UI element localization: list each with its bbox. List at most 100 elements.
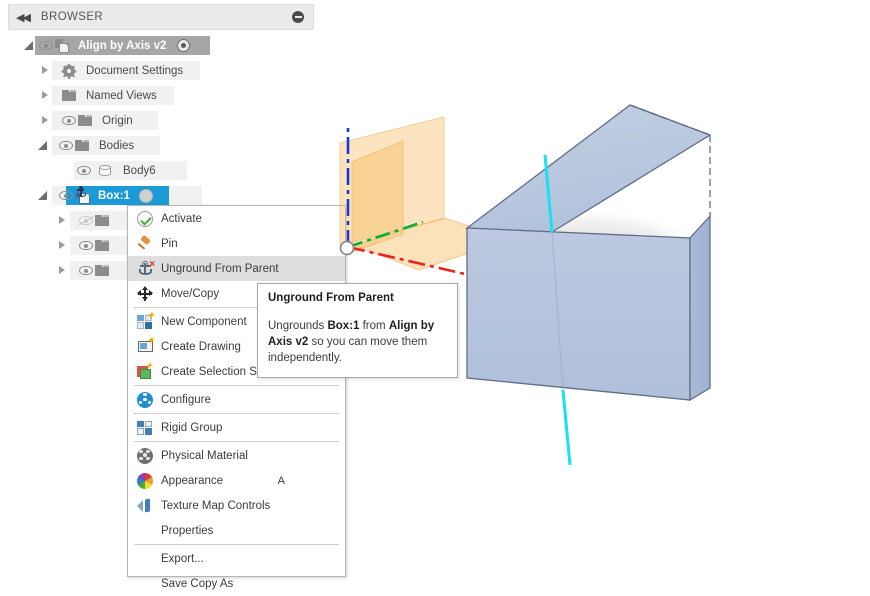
menu-item-label: Configure <box>161 393 211 406</box>
folder-icon <box>94 236 110 255</box>
eye-icon[interactable] <box>78 236 94 255</box>
eye-icon[interactable] <box>78 261 94 280</box>
menu-item-activate[interactable]: Activate <box>128 206 345 231</box>
expand-open-icon[interactable] <box>36 186 52 205</box>
menu-item-label: Physical Material <box>161 449 248 462</box>
tree-item-label: Bodies <box>99 139 135 152</box>
menu-item-label: Rigid Group <box>161 421 223 434</box>
menu-separator <box>134 544 339 545</box>
browser-panel-header: ◀◀ BROWSER <box>8 4 314 30</box>
tree-item-sub-3[interactable] <box>55 260 110 281</box>
menu-item-label: Export... <box>161 552 204 565</box>
expand-collapsed-icon[interactable] <box>38 111 54 130</box>
anchor-remove-icon: × <box>137 259 155 277</box>
menu-item-physical-material[interactable]: Physical Material <box>128 443 345 468</box>
origin-point-icon[interactable] <box>339 240 355 256</box>
menu-item-appearance[interactable]: Appearance A <box>128 468 345 493</box>
menu-item-label: New Component <box>161 315 247 328</box>
gear-icon <box>61 61 77 80</box>
menu-item-label: Save Copy As <box>161 577 234 590</box>
browser-panel-title: BROWSER <box>40 11 104 23</box>
physical-material-icon <box>137 447 153 464</box>
tree-item-label: Body6 <box>123 164 156 177</box>
menu-item-label: Move/Copy <box>161 287 220 300</box>
menu-separator <box>134 385 339 386</box>
menu-item-save-copy-as[interactable]: Save Copy As <box>128 571 345 596</box>
tree-item-label: Document Settings <box>86 64 184 77</box>
viewport-svg <box>339 104 712 466</box>
tree-item-label: Align by Axis v2 <box>78 39 167 52</box>
move-arrows-icon <box>137 285 153 302</box>
menu-item-configure[interactable]: Configure <box>128 387 345 412</box>
grounded-component-icon <box>74 186 93 205</box>
menu-item-texture-map-controls[interactable]: Texture Map Controls <box>128 493 345 518</box>
eye-icon[interactable] <box>58 136 74 155</box>
expand-collapsed-icon[interactable] <box>55 211 71 230</box>
menu-item-properties[interactable]: Properties <box>128 518 345 543</box>
menu-separator <box>134 441 339 442</box>
box-front-face[interactable] <box>466 227 691 401</box>
menu-separator <box>134 413 339 414</box>
tree-item-label: Named Views <box>86 89 157 102</box>
tree-item-sub-1[interactable] <box>55 210 110 231</box>
menu-item-label: Activate <box>161 212 202 225</box>
folder-icon <box>94 261 110 280</box>
expand-collapsed-icon[interactable] <box>55 236 71 255</box>
expand-collapsed-icon[interactable] <box>55 261 71 280</box>
menu-item-unground-from-parent[interactable]: × Unground From Parent <box>128 256 345 281</box>
expand-collapsed-icon[interactable] <box>38 61 54 80</box>
tree-item-origin[interactable]: Origin <box>38 110 133 131</box>
eye-icon[interactable] <box>58 186 74 205</box>
component-icon <box>54 36 74 55</box>
eye-icon[interactable] <box>61 111 77 130</box>
configure-icon <box>137 391 153 408</box>
tree-item-named-views[interactable]: Named Views <box>38 85 157 106</box>
menu-item-pin[interactable]: Pin <box>128 231 345 256</box>
pin-icon <box>137 234 153 252</box>
box-right-face[interactable] <box>689 214 711 402</box>
create-drawing-icon: ✦ <box>137 335 155 355</box>
tree-item-body6[interactable]: Body6 <box>76 160 156 181</box>
menu-item-accelerator: A <box>277 474 285 487</box>
tree-item-bodies[interactable]: Bodies <box>36 135 134 156</box>
grey-ball-icon[interactable] <box>138 186 154 205</box>
eye-off-icon[interactable] <box>78 211 95 230</box>
tree-item-label: Box:1 <box>98 189 130 202</box>
menu-item-label: Unground From Parent <box>161 262 279 275</box>
menu-item-label: Pin <box>161 237 178 250</box>
menu-item-export[interactable]: Export... <box>128 546 345 571</box>
context-menu[interactable]: Activate Pin × Unground From Parent Move… <box>127 205 346 590</box>
viewport-canvas[interactable] <box>320 0 870 571</box>
selected-axis-lower[interactable] <box>561 389 572 466</box>
expand-open-icon[interactable] <box>22 36 38 55</box>
activated-target-icon[interactable] <box>175 36 191 55</box>
folder-icon <box>61 86 77 105</box>
eye-icon[interactable] <box>76 161 92 180</box>
folder-icon <box>74 136 90 155</box>
minus-circle-icon[interactable] <box>292 11 304 23</box>
tree-item-label: Origin <box>102 114 133 127</box>
tree-item-box-1[interactable]: Box:1 <box>36 185 154 206</box>
collapse-panel-icon[interactable]: ◀◀ <box>16 11 31 24</box>
selection-set-icon: ✦ <box>137 361 153 380</box>
menu-item-rigid-group[interactable]: Rigid Group <box>128 415 345 440</box>
check-circle-icon <box>137 210 153 227</box>
tree-item-align-by-axis-v2[interactable]: Align by Axis v2 <box>22 35 191 56</box>
eye-icon[interactable] <box>38 36 54 55</box>
menu-item-label: Create Drawing <box>161 340 241 353</box>
menu-item-label: Texture Map Controls <box>161 499 271 512</box>
texture-map-icon <box>137 498 153 514</box>
tree-item-sub-2[interactable] <box>55 235 110 256</box>
body-cylinder-icon <box>97 161 113 180</box>
tree-item-document-settings[interactable]: Document Settings <box>38 60 183 81</box>
new-component-icon: ✦ <box>137 310 155 330</box>
menu-item-label: Appearance <box>161 474 224 487</box>
expand-collapsed-icon[interactable] <box>38 86 54 105</box>
menu-item-label: Properties <box>161 524 214 537</box>
menu-item-label: Create Selection Set <box>161 365 267 378</box>
appearance-icon <box>137 472 153 489</box>
expand-open-icon[interactable] <box>36 136 52 155</box>
folder-icon <box>94 211 110 230</box>
rigid-group-icon <box>137 420 153 436</box>
folder-icon <box>77 111 93 130</box>
